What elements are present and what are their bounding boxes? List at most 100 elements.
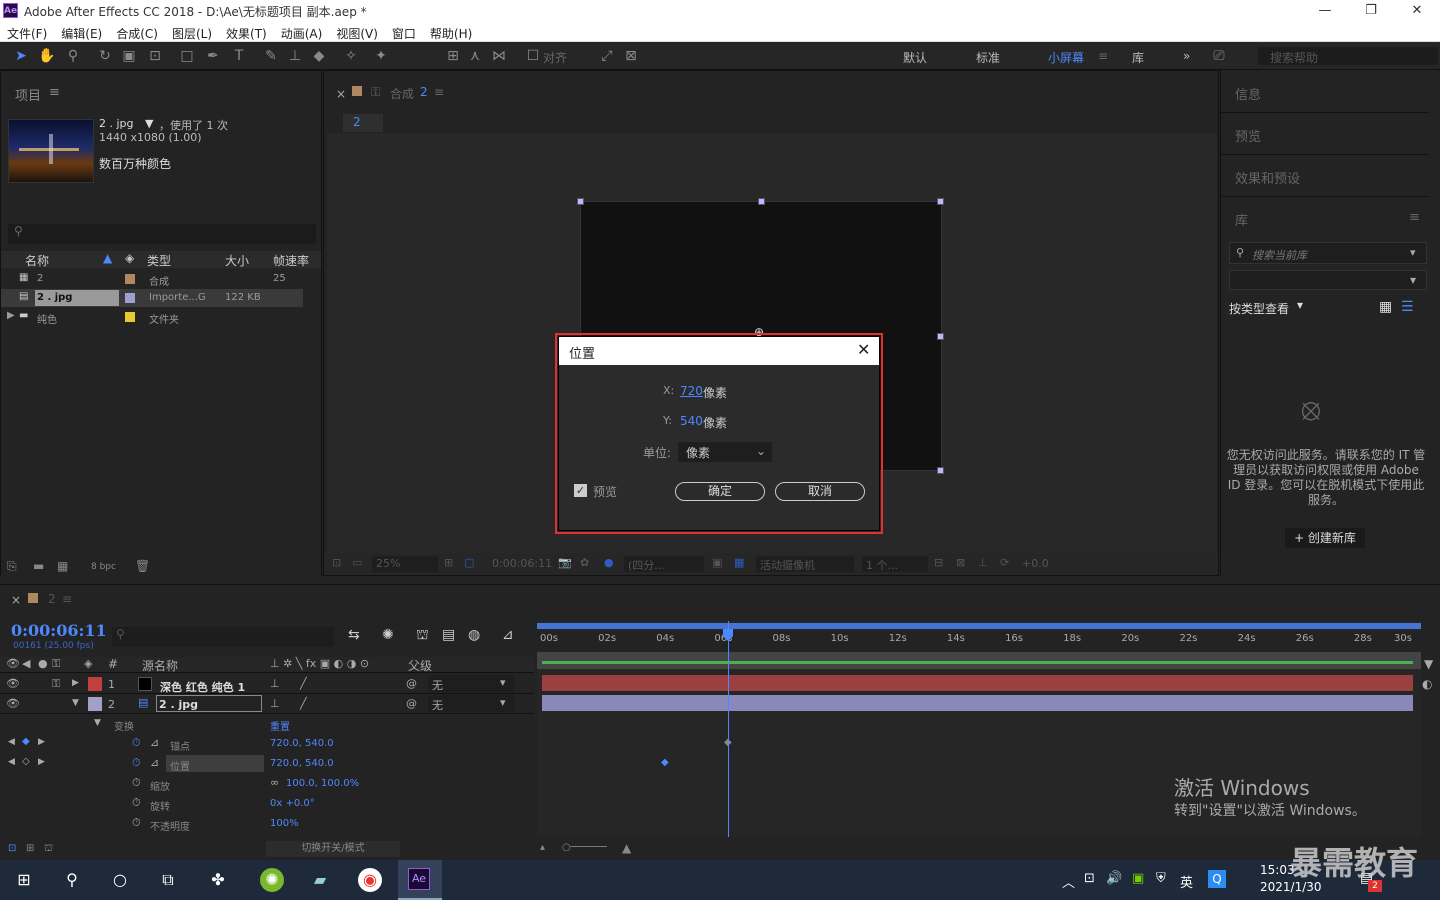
timeline-toggle-icon[interactable]: ⊠ <box>956 556 965 569</box>
property-value[interactable]: 720.0, 540.0 <box>270 738 334 749</box>
comp-breadcrumb[interactable]: 2 <box>343 114 383 132</box>
current-time[interactable]: 0:00:06:11 <box>492 557 552 570</box>
column-name[interactable]: 名称 <box>25 252 49 269</box>
nvidia-icon[interactable]: ▣ <box>1132 871 1144 886</box>
next-keyframe-icon[interactable]: ▶ <box>38 757 45 767</box>
roto-brush-tool-icon[interactable]: ✧ <box>342 47 360 65</box>
comp-menu-icon[interactable]: ≡ <box>434 85 444 99</box>
chevron-down-icon[interactable]: ▾ <box>1410 246 1416 259</box>
column-source-name[interactable]: 源名称 <box>142 657 178 674</box>
collapse-arrow-icon[interactable]: ▼ <box>72 698 79 708</box>
windows-start-icon[interactable]: ⊞ <box>12 868 36 892</box>
menu-edit[interactable]: 编辑(E) <box>54 22 109 42</box>
create-library-button[interactable]: + 创建新库 <box>1285 528 1365 548</box>
lock-icon[interactable]: ⚿ <box>52 657 60 671</box>
stopwatch-icon[interactable]: ⏱ <box>132 756 141 770</box>
transparency-grid-icon[interactable]: ▦ <box>734 556 744 569</box>
show-snapshot-icon[interactable]: ✿ <box>580 556 589 569</box>
transform-handle[interactable] <box>937 198 944 205</box>
transform-handle[interactable] <box>577 198 584 205</box>
info-panel-title[interactable]: 信息 <box>1235 84 1261 103</box>
label-color-swatch[interactable] <box>125 274 135 284</box>
ime-indicator[interactable]: 英 <box>1180 872 1193 891</box>
lock-icon[interactable]: ⚿ <box>52 677 60 691</box>
layer-2-bar[interactable] <box>542 695 1413 711</box>
eraser-tool-icon[interactable]: ◆ <box>310 47 328 65</box>
layer-1-bar[interactable] <box>542 675 1413 691</box>
time-ruler[interactable]: 00s 02s 04s 06s 08s 10s 12s 14s 16s 18s 20s 22s 24s 2… <box>537 631 1421 653</box>
workspace-library[interactable]: 库 <box>1132 49 1144 66</box>
rectangle-tool-icon[interactable]: □ <box>178 47 196 65</box>
label-color-swatch[interactable] <box>125 312 135 322</box>
search-help-input[interactable]: 搜索帮助 <box>1258 47 1438 65</box>
comp-marker-bin-icon[interactable]: ▼ <box>1424 657 1433 671</box>
zoom-out-icon[interactable]: ▴ <box>540 842 545 853</box>
show-hidden-icons[interactable]: ︿ <box>1062 872 1075 891</box>
interpret-footage-icon[interactable]: ⎘ <box>7 559 17 574</box>
hand-tool-icon[interactable]: ✋ <box>38 47 56 65</box>
layer-name[interactable]: 2 . jpg <box>156 695 262 712</box>
property-value[interactable]: 0x +0.0° <box>270 798 315 809</box>
delete-icon[interactable]: 🗑 <box>135 559 150 573</box>
pick-whip-icon[interactable]: @ <box>406 697 417 710</box>
project-row[interactable]: ▶ ▬ 纯色 文件夹 <box>1 308 321 326</box>
region-icon[interactable]: ▣ <box>712 556 722 569</box>
new-folder-icon[interactable]: ▬ <box>33 559 44 573</box>
graph-editor-icon[interactable]: ⊿ <box>502 627 514 643</box>
workspace-small-screen[interactable]: 小屏幕 <box>1048 49 1084 66</box>
resolution-select[interactable]: (四分... <box>624 556 704 572</box>
audio-toggle-icon[interactable]: ◀ <box>22 657 30 670</box>
menu-window[interactable]: 窗口 <box>385 22 423 42</box>
snap-grid-icon[interactable]: ⊠ <box>622 47 640 65</box>
in-out-toggle-icon[interactable]: ⛫ <box>44 843 53 856</box>
property-row[interactable]: ◀ ◆ ▶ ⏱ ⊿ 锚点 720.0, 540.0 <box>0 734 534 754</box>
network-icon[interactable]: ⊡ <box>1084 871 1095 886</box>
project-row-selected[interactable]: ▤ 2 . jpg Importe...G 122 KB <box>1 289 303 307</box>
library-panel-title[interactable]: 库 <box>1235 210 1248 229</box>
close-button[interactable]: ✕ <box>1394 0 1440 22</box>
column-fps[interactable]: 帧速率 <box>273 252 309 269</box>
menu-composition[interactable]: 合成(C) <box>109 22 165 42</box>
chevron-down-icon[interactable]: ▾ <box>1297 298 1303 312</box>
layer-label-color[interactable] <box>88 677 102 691</box>
y-value-input[interactable]: 540 <box>680 414 703 428</box>
property-value[interactable]: 100.0, 100.0% <box>286 778 359 789</box>
layer-switches-toggle-icon[interactable]: ⊡ <box>8 843 16 854</box>
reset-link[interactable]: 重置 <box>270 718 290 733</box>
cortana-icon[interactable]: ○ <box>108 868 132 892</box>
label-column-icon[interactable]: ◈ <box>125 251 134 265</box>
menu-file[interactable]: 文件(F) <box>0 22 54 42</box>
column-size[interactable]: 大小 <box>225 252 249 269</box>
label-icon[interactable]: ◈ <box>84 657 92 670</box>
shy-layers-icon[interactable]: ⛫ <box>416 627 429 645</box>
stopwatch-icon[interactable]: ⏱ <box>132 776 141 790</box>
x-value-input[interactable]: 720 <box>680 384 703 398</box>
constrain-link-icon[interactable]: ∞ <box>270 776 279 789</box>
expand-arrow-icon[interactable]: ▶ <box>72 678 79 688</box>
restore-button[interactable]: ❐ <box>1348 0 1394 22</box>
current-timecode[interactable]: 0:00:06:11 <box>11 621 107 640</box>
layer-name[interactable]: 深色 红色 纯色 1 <box>160 679 245 695</box>
flowchart-icon[interactable]: ⊥ <box>978 556 988 569</box>
frame-blending-icon[interactable]: ▤ <box>442 627 455 643</box>
layer-row[interactable]: 👁 ▼ 2 ▤ 2 . jpg ⊥ ╱ @ 无 ▾ <box>0 694 534 714</box>
stopwatch-icon[interactable]: ⏱ <box>132 736 141 750</box>
close-tab-icon[interactable]: × <box>11 593 21 607</box>
stopwatch-icon[interactable]: ⏱ <box>132 816 141 830</box>
comp-tab-label[interactable]: 合成 <box>390 85 414 102</box>
search-icon[interactable]: ⚲ <box>60 868 84 892</box>
qq-icon[interactable]: Q <box>1208 870 1226 888</box>
collapse-arrow-icon[interactable]: ▼ <box>94 718 101 728</box>
comp-tab-name[interactable]: 2 <box>420 85 428 99</box>
property-row[interactable]: ⏱ 旋转 0x +0.0° <box>0 794 534 814</box>
keyframe-icon[interactable]: ◆ <box>22 736 30 747</box>
label-color-swatch[interactable] <box>125 293 135 303</box>
property-row[interactable]: ⏱ 缩放 ∞ 100.0, 100.0% <box>0 774 534 794</box>
transform-handle[interactable] <box>758 198 765 205</box>
workspace-menu-icon[interactable]: ≡ <box>1098 49 1108 63</box>
item-dropdown-icon[interactable]: ▼ <box>145 117 153 130</box>
library-select[interactable]: ▾ <box>1229 270 1427 290</box>
view-by-type[interactable]: 按类型查看 <box>1229 300 1289 317</box>
views-select[interactable]: 1 个... <box>862 556 928 572</box>
property-value[interactable]: 100% <box>270 818 299 829</box>
